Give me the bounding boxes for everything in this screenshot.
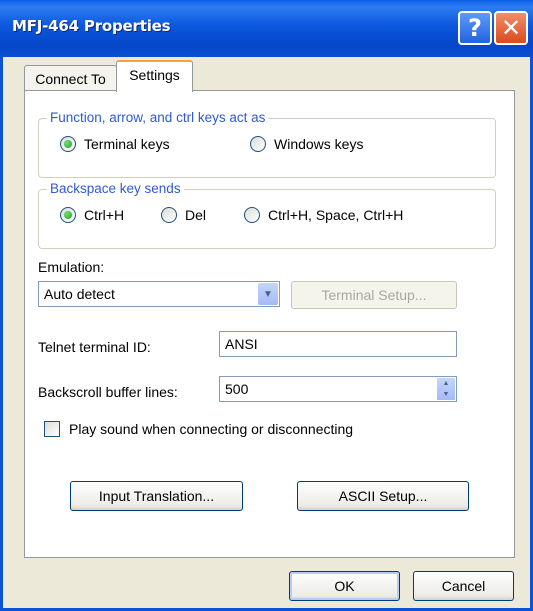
radio-label: Windows keys (274, 136, 364, 152)
function-keys-group: Function, arrow, and ctrl keys act as Te… (38, 110, 496, 178)
tab-label: Connect To (35, 71, 106, 87)
windows-keys-radio[interactable]: Windows keys (250, 136, 363, 152)
play-sound-checkbox[interactable] (44, 421, 60, 437)
play-sound-label: Play sound when connecting or disconnect… (69, 421, 354, 437)
ctrl-h-space-radio[interactable]: Ctrl+H, Space, Ctrl+H (244, 207, 403, 223)
backscroll-label: Backscroll buffer lines: (38, 384, 178, 400)
radio-unchecked-icon (250, 136, 266, 152)
group-title: Function, arrow, and ctrl keys act as (47, 110, 269, 125)
radio-unchecked-icon (161, 207, 177, 223)
ascii-setup-button[interactable]: ASCII Setup... (297, 481, 469, 511)
button-label: Input Translation... (98, 488, 215, 504)
button-label: OK (334, 578, 355, 594)
help-button[interactable]: ? (458, 11, 492, 45)
telnet-id-value: ANSI (225, 336, 258, 352)
telnet-id-label: Telnet terminal ID: (38, 339, 151, 355)
properties-dialog: MFJ-464 Properties ? ✕ Connect To Settin… (0, 0, 533, 611)
radio-label: Terminal keys (84, 136, 170, 152)
radio-unchecked-icon (244, 207, 260, 223)
input-translation-button[interactable]: Input Translation... (70, 481, 243, 511)
ok-button[interactable]: OK (289, 571, 400, 601)
telnet-id-field[interactable]: ANSI (219, 331, 457, 357)
tab-settings[interactable]: Settings (116, 60, 193, 92)
close-icon: ✕ (500, 14, 522, 42)
group-title: Backspace key sends (47, 181, 184, 196)
tab-connect-to[interactable]: Connect To (24, 65, 117, 91)
backscroll-stepper[interactable]: 500 ▲ ▼ (219, 376, 457, 402)
window-title: MFJ-464 Properties (12, 17, 171, 35)
chevron-down-icon[interactable]: ▼ (258, 283, 278, 305)
question-mark-icon: ? (468, 14, 482, 42)
terminal-keys-radio[interactable]: Terminal keys (60, 136, 170, 152)
radio-label: Del (185, 207, 207, 223)
emulation-label: Emulation: (38, 259, 105, 275)
button-label: ASCII Setup... (338, 488, 428, 504)
radio-checked-icon (60, 207, 76, 223)
title-bar[interactable]: MFJ-464 Properties ? ✕ (0, 0, 533, 57)
radio-checked-icon (60, 136, 76, 152)
backscroll-value: 500 (225, 381, 249, 397)
spinner-arrows-icon[interactable]: ▲ ▼ (437, 378, 455, 400)
cancel-button[interactable]: Cancel (413, 571, 514, 601)
del-radio[interactable]: Del (161, 207, 206, 223)
close-button[interactable]: ✕ (494, 11, 528, 45)
backspace-group: Backspace key sends Ctrl+H Del Ctrl+H, S… (38, 181, 496, 249)
emulation-value: Auto detect (44, 286, 115, 302)
radio-label: Ctrl+H, Space, Ctrl+H (268, 207, 404, 223)
play-sound-checkbox-row[interactable]: Play sound when connecting or disconnect… (44, 421, 353, 437)
tab-label: Settings (129, 67, 180, 83)
settings-panel: Function, arrow, and ctrl keys act as Te… (24, 90, 515, 558)
emulation-select[interactable]: Auto detect ▼ (38, 281, 280, 307)
button-label: Cancel (441, 578, 486, 594)
terminal-setup-button[interactable]: Terminal Setup... (291, 281, 457, 309)
radio-label: Ctrl+H (84, 207, 125, 223)
button-label: Terminal Setup... (321, 287, 427, 303)
ctrl-h-radio[interactable]: Ctrl+H (60, 207, 124, 223)
